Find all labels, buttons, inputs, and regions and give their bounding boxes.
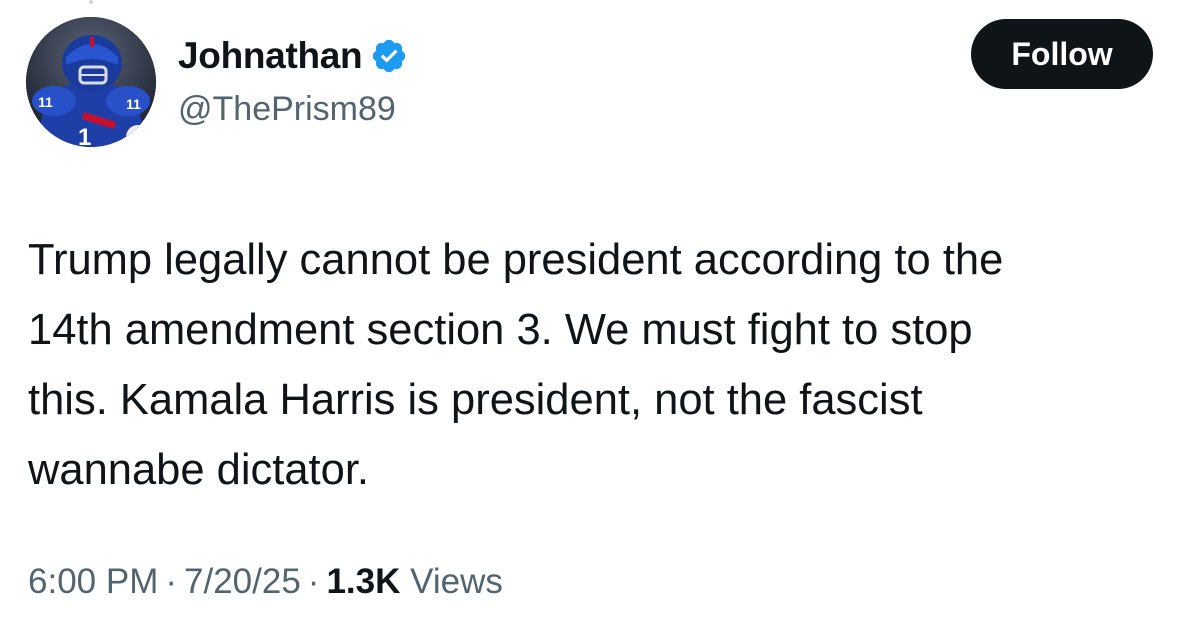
avatar[interactable]: 11 11 1 <box>26 17 156 147</box>
tweet-text: Trump legally cannot be president accord… <box>28 225 1178 505</box>
views-label: Views <box>410 562 503 601</box>
follow-button[interactable]: Follow <box>971 19 1153 89</box>
tweet-date[interactable]: 7/20/25 <box>184 562 301 601</box>
tweet-meta: 6:00 PM · 7/20/25 · 1.3K Views <box>28 562 503 602</box>
tweet-text-line: this. Kamala Harris is president, not th… <box>28 376 923 424</box>
tweet-card: 11 11 1 Johnathan @ThePrism89 Follow Tru… <box>0 0 1200 627</box>
tweet-text-line: wannabe dictator. <box>28 446 369 494</box>
avatar-image: 11 11 1 <box>26 17 156 147</box>
tweet-text-line: 14th amendment section 3. We must fight … <box>28 306 973 354</box>
svg-text:1: 1 <box>78 124 91 147</box>
separator-dot <box>89 0 93 4</box>
author-name-row: Johnathan <box>178 30 408 82</box>
views-count: 1.3K <box>326 562 401 601</box>
meta-separator: · <box>307 562 320 601</box>
display-name[interactable]: Johnathan <box>178 35 363 77</box>
tweet-time[interactable]: 6:00 PM <box>28 562 158 601</box>
tweet-text-line: Trump legally cannot be president accord… <box>28 236 1004 284</box>
meta-separator: · <box>165 562 178 601</box>
author-handle[interactable]: @ThePrism89 <box>178 90 396 129</box>
svg-text:11: 11 <box>38 94 53 110</box>
verified-badge-icon[interactable] <box>370 37 408 75</box>
svg-text:11: 11 <box>126 96 141 112</box>
